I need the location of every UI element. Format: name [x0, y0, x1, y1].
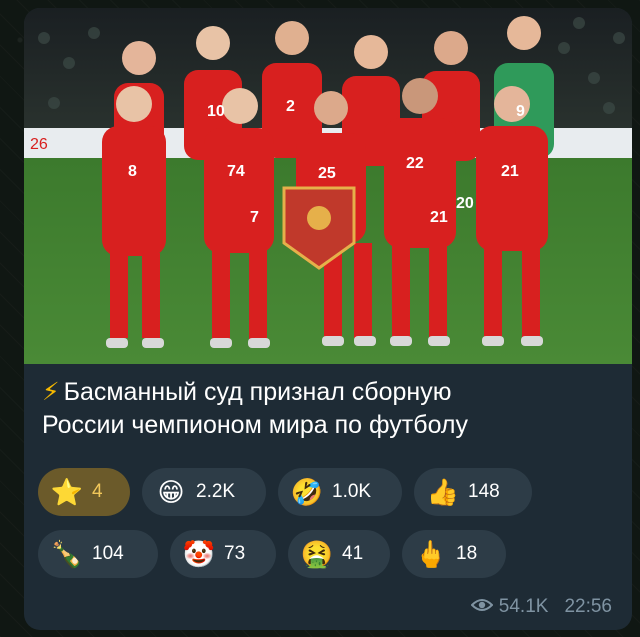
reaction-middle-finger[interactable]: 🖕 18	[402, 530, 506, 578]
shirt-number: 9	[516, 103, 525, 120]
reactions-bar: ⭐ 4 😁 2.2K 🤣 1.0K 👍 148 🍾 104 🤡 73 🤮 41 …	[38, 468, 618, 592]
clown-face-icon: 🤡	[182, 538, 216, 569]
reaction-thumbs-up[interactable]: 👍 148	[414, 468, 532, 516]
eye-icon	[470, 596, 494, 618]
shirt-number: 2	[286, 98, 295, 115]
reaction-count: 73	[224, 543, 246, 564]
shirt-number: 21	[501, 163, 519, 180]
shirt-number: 74	[227, 163, 245, 180]
team-photo-image: 26 10 2 9 8 74 25 22 21 20 7 21	[24, 8, 632, 364]
view-count: 54.1K	[498, 596, 549, 617]
team-photo[interactable]: 26 10 2 9 8 74 25 22 21 20 7 21	[24, 8, 632, 364]
reaction-count: 18	[456, 543, 478, 564]
reaction-count: 41	[342, 543, 364, 564]
shirt-number: 10	[207, 103, 225, 120]
caption-line-2: России чемпионом мира по футболу	[42, 411, 469, 439]
reaction-grinning[interactable]: 😁 2.2K	[142, 468, 266, 516]
reaction-count: 104	[92, 543, 124, 564]
shirt-number: 7	[250, 209, 259, 226]
reaction-star[interactable]: ⭐ 4	[38, 468, 130, 516]
thumbs-up-icon: 👍	[426, 476, 460, 507]
shirt-number: 21	[430, 209, 448, 226]
shirt-number: 25	[318, 165, 336, 182]
grinning-face-icon: 😁	[157, 476, 185, 507]
shirt-number: 22	[406, 155, 424, 172]
channel-post[interactable]: 26 10 2 9 8 74 25 22 21 20 7 21 ⚡ Басман…	[24, 8, 632, 630]
rolling-laughing-icon: 🤣	[290, 476, 324, 507]
reaction-count: 2.2K	[196, 481, 236, 502]
reaction-vomiting[interactable]: 🤮 41	[288, 530, 390, 578]
champagne-icon: 🍾	[50, 538, 84, 569]
reaction-champagne[interactable]: 🍾 104	[38, 530, 158, 578]
shirt-number: 8	[128, 163, 137, 180]
shirt-number: 20	[456, 195, 474, 212]
caption-line-1: Басманный суд признал сборную	[63, 378, 452, 406]
board-number: 26	[30, 136, 48, 153]
post-time: 22:56	[564, 596, 612, 617]
reaction-count: 4	[92, 481, 103, 502]
vomiting-face-icon: 🤮	[300, 538, 334, 569]
post-caption: ⚡ Басманный суд признал сборную России че…	[42, 376, 622, 442]
reaction-clown[interactable]: 🤡 73	[170, 530, 276, 578]
reaction-count: 1.0K	[332, 481, 372, 502]
reaction-rolling-laughing[interactable]: 🤣 1.0K	[278, 468, 402, 516]
star-icon: ⭐	[50, 476, 84, 507]
reaction-count: 148	[468, 481, 500, 502]
middle-finger-icon: 🖕	[414, 538, 448, 569]
post-meta: 54.1K 22:56	[470, 596, 612, 618]
lightning-icon: ⚡	[42, 378, 60, 406]
